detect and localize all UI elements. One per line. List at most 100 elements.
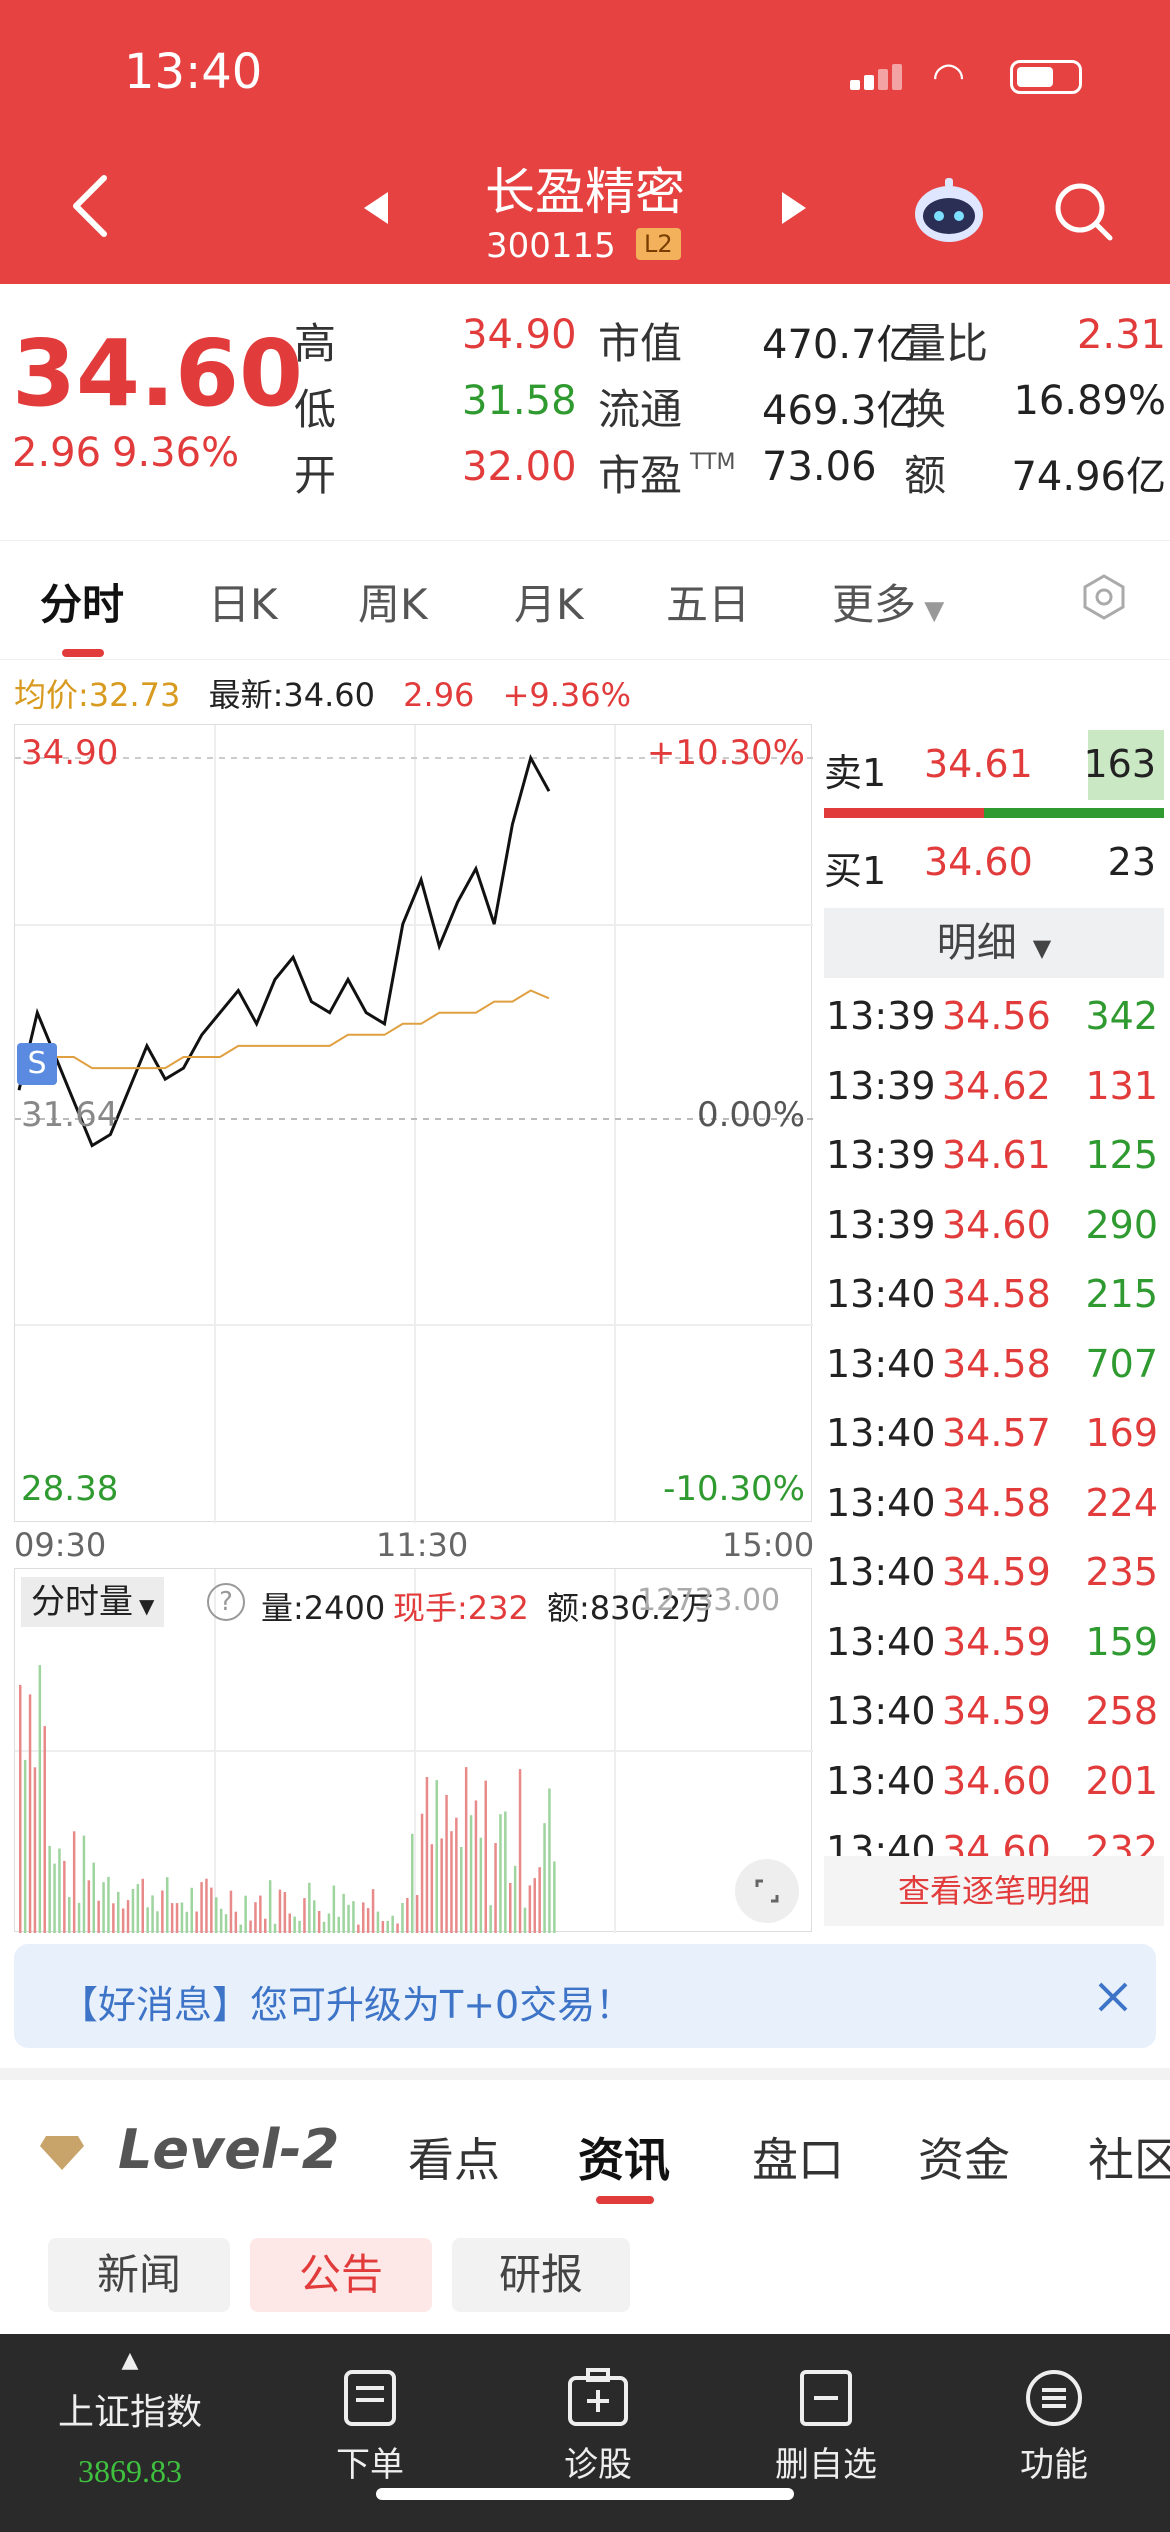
robot-assistant-icon[interactable] xyxy=(910,176,988,246)
current-hand: 现手:232 xyxy=(393,1589,529,1627)
volume-bar xyxy=(460,1847,463,1933)
trade-row: 13:39 34.56 342 xyxy=(826,986,1166,1048)
upgrade-banner[interactable]: 【好消息】您可升级为T+0交易！ xyxy=(14,1944,1156,2048)
volume-bar xyxy=(430,1844,434,1933)
diagnose-icon xyxy=(568,2368,628,2426)
volume-bar xyxy=(141,1878,144,1933)
volume-max: 12733.00 xyxy=(637,1583,781,1618)
search-icon[interactable] xyxy=(1052,180,1114,242)
tab-community[interactable]: 社区 xyxy=(1088,2124,1170,2190)
chart-header: 均价:32.73 最新:34.60 2.96 +9.36% xyxy=(14,670,631,716)
tab-info[interactable]: 资讯 xyxy=(578,2124,670,2190)
tab-daily-k[interactable]: 日K xyxy=(208,571,278,632)
function-button[interactable]: 功能 xyxy=(984,2334,1124,2486)
tab-highlights[interactable]: 看点 xyxy=(408,2124,500,2190)
intraday-chart[interactable]: 34.90 +10.30% 31.64 0.00% 28.38 -10.30% … xyxy=(14,724,813,1523)
order-button[interactable]: 下单 xyxy=(300,2334,440,2486)
chart-tabs: 分时 日K 周K 月K 五日 更多 ▼ xyxy=(0,540,1170,660)
latest-change: 2.96 xyxy=(403,676,475,714)
trade-price: 34.58 xyxy=(942,1480,1051,1525)
volume-bar xyxy=(166,1877,169,1933)
label-open: 开 xyxy=(294,451,337,500)
volume-bar xyxy=(234,1911,238,1933)
diagnose-button[interactable]: 诊股 xyxy=(528,2334,668,2486)
volume-bar xyxy=(298,1920,301,1933)
trade-time: 13:39 xyxy=(826,1133,936,1177)
tab-intraday[interactable]: 分时 xyxy=(40,571,124,632)
volume-bar xyxy=(151,1895,154,1933)
value-turnover: 16.89% xyxy=(1013,378,1166,424)
chart-bottom-pct: -10.30% xyxy=(663,1469,805,1509)
trade-time: 13:40 xyxy=(826,1411,936,1455)
tab-level2[interactable]: Level-2 xyxy=(118,2118,339,2181)
chart-top-pct: +10.30% xyxy=(646,733,805,773)
tab-capital[interactable]: 资金 xyxy=(918,2124,1010,2190)
view-all-trades-button[interactable]: 查看逐笔明细 xyxy=(824,1856,1164,1926)
volume-bar xyxy=(293,1916,296,1933)
tab-monthly-k[interactable]: 月K xyxy=(514,571,584,632)
price-change: 2.96 xyxy=(12,430,102,476)
volume-bar xyxy=(161,1890,164,1933)
volume-bar xyxy=(146,1907,149,1933)
function-label: 功能 xyxy=(1020,2445,1088,2485)
volume-value: 量:2400 xyxy=(261,1589,386,1627)
trade-qty: 258 xyxy=(1085,1689,1158,1733)
volume-bar xyxy=(82,1835,86,1933)
subtab-research[interactable]: 研报 xyxy=(452,2238,630,2312)
diagnose-label: 诊股 xyxy=(564,2445,632,2485)
trade-row: 13:40 34.59 235 xyxy=(826,1542,1166,1604)
trade-qty: 201 xyxy=(1085,1758,1158,1803)
signal-icon xyxy=(850,64,910,90)
caret-down-icon: ▼ xyxy=(1032,934,1052,962)
volume-bar xyxy=(219,1908,223,1933)
label-amount: 额 xyxy=(904,451,947,500)
trade-time: 13:40 xyxy=(826,1272,936,1316)
volume-bar xyxy=(479,1837,483,1933)
subtab-announcements[interactable]: 公告 xyxy=(250,2238,432,2312)
volume-bar xyxy=(19,1684,22,1933)
volume-bar xyxy=(317,1911,321,1933)
latest-change-pct: +9.36% xyxy=(502,676,632,714)
sell-marker[interactable]: S xyxy=(17,1043,57,1085)
value-float: 469.3亿 xyxy=(762,388,917,434)
detail-dropdown[interactable]: 明细 ▼ xyxy=(824,908,1164,978)
close-icon[interactable] xyxy=(1096,1980,1130,2014)
volume-type-dropdown[interactable]: 分时量 ▼ xyxy=(21,1577,165,1627)
help-icon[interactable]: ? xyxy=(207,1583,245,1621)
trade-qty: 131 xyxy=(1085,1063,1158,1108)
news-tab-underline xyxy=(596,2196,654,2204)
volume-bar xyxy=(131,1889,135,1933)
sell-1-label: 卖1 xyxy=(824,751,887,795)
avg-price-line xyxy=(19,989,550,1070)
volume-bar xyxy=(254,1902,257,1933)
trade-qty: 224 xyxy=(1085,1480,1158,1525)
volume-bar xyxy=(126,1900,130,1933)
next-stock-icon[interactable] xyxy=(780,190,808,226)
tab-more[interactable]: 更多 ▼ xyxy=(832,571,944,632)
price-change-pct: 9.36% xyxy=(112,430,240,476)
volume-bar xyxy=(205,1878,208,1933)
stock-code: 300115 xyxy=(486,226,616,266)
tab-weekly-k[interactable]: 周K xyxy=(358,571,428,632)
remove-watchlist-button[interactable]: 删自选 xyxy=(756,2334,896,2486)
trade-row: 13:40 34.57 169 xyxy=(826,1403,1166,1465)
index-ticker[interactable]: ▲ 上证指数 3869.83 xyxy=(20,2334,240,2490)
volume-bar xyxy=(499,1814,502,1933)
label-turnover: 换 xyxy=(904,385,947,434)
tab-market-depth[interactable]: 盘口 xyxy=(752,2124,844,2190)
chart-top-price: 34.90 xyxy=(21,733,119,773)
volume-bar xyxy=(63,1860,66,1933)
volume-bar xyxy=(215,1897,218,1933)
volume-bar xyxy=(494,1843,497,1933)
volume-bar xyxy=(244,1895,247,1933)
fullscreen-icon[interactable] xyxy=(735,1859,799,1923)
tab-five-day[interactable]: 五日 xyxy=(666,571,750,632)
label-low: 低 xyxy=(294,385,337,434)
trade-price: 34.62 xyxy=(942,1063,1051,1108)
battery-icon xyxy=(1010,60,1082,94)
index-value: 3869.83 xyxy=(78,2453,182,2489)
settings-hexagon-icon[interactable] xyxy=(1080,573,1128,621)
volume-bar xyxy=(352,1901,355,1933)
volume-bar xyxy=(102,1882,105,1933)
subtab-news[interactable]: 新闻 xyxy=(48,2238,230,2312)
